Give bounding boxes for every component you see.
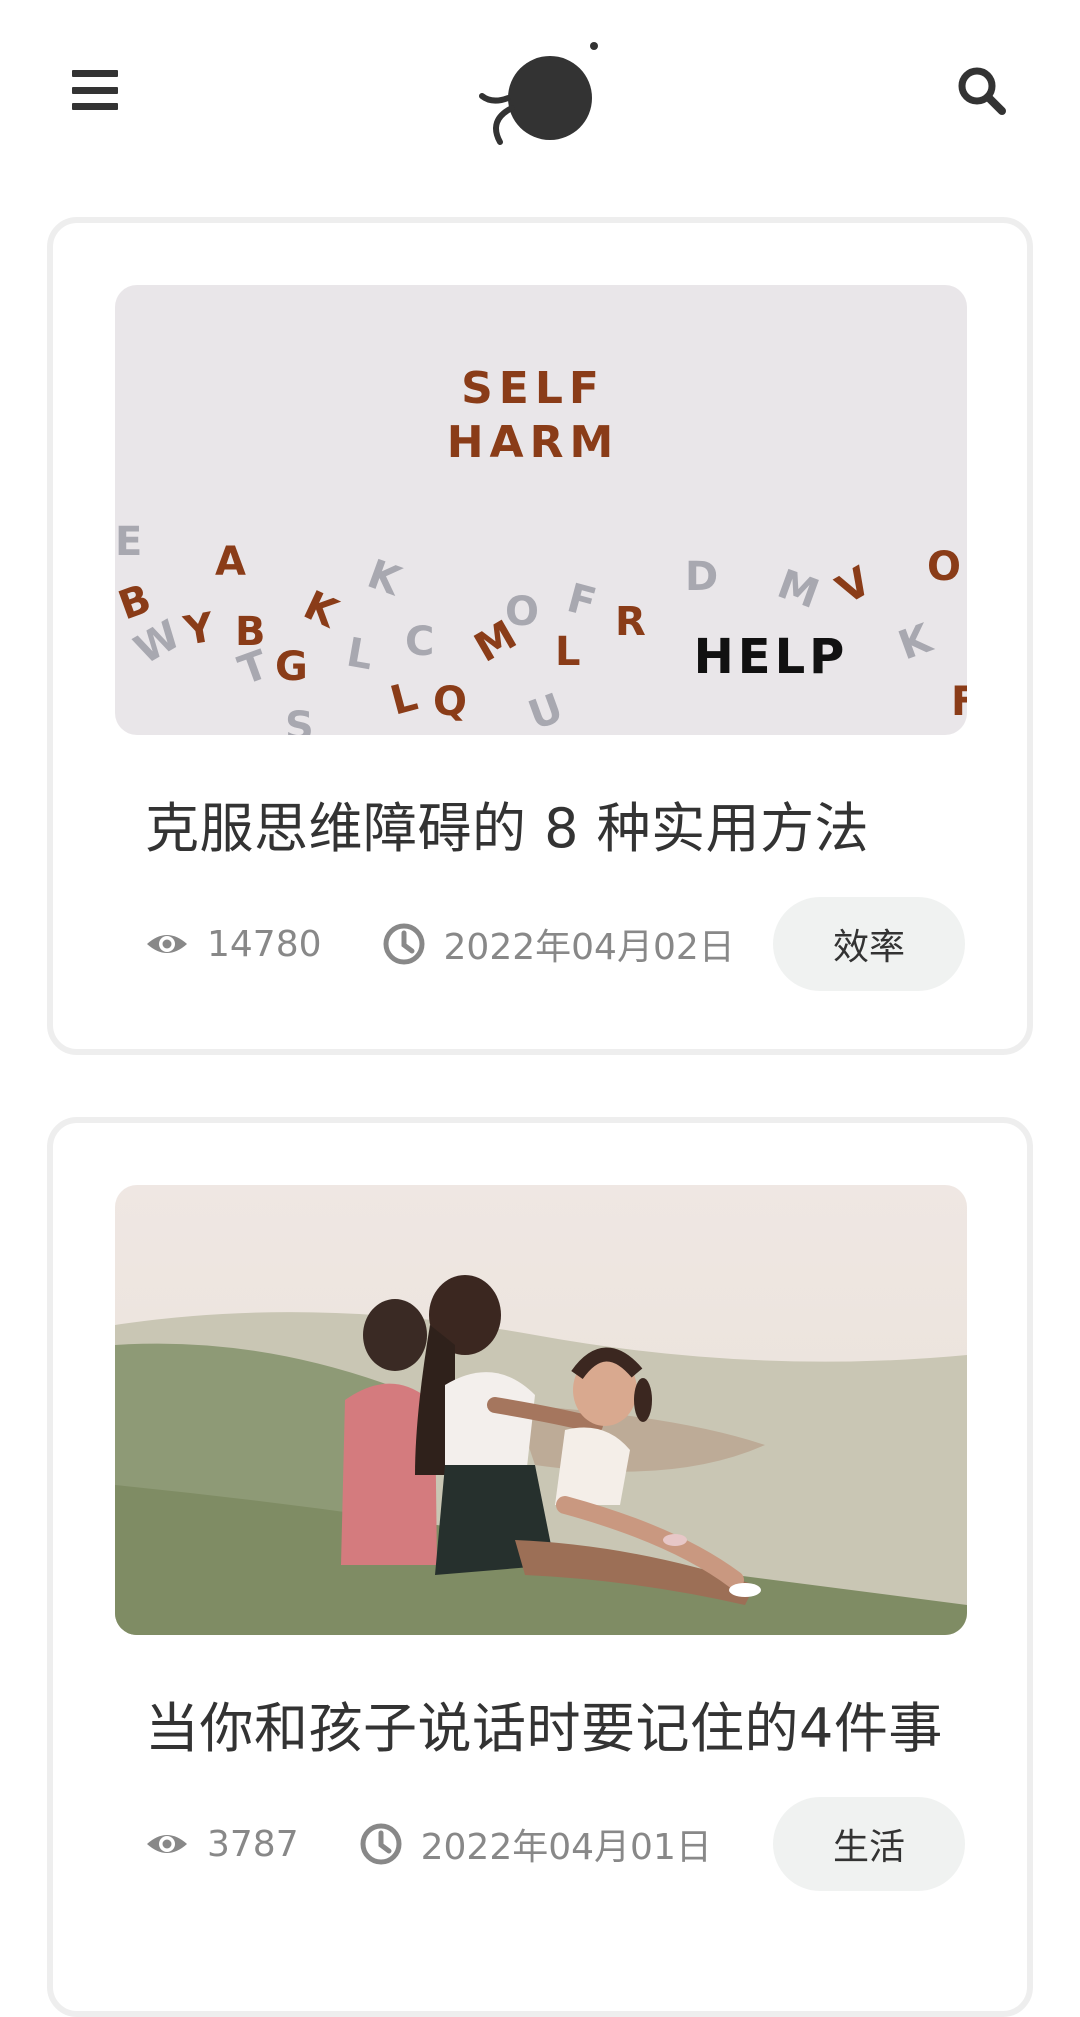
post-thumbnail[interactable]: SELF HARM HELP A B W Y B K K T G L C L Q… [115,285,967,735]
bird-logo-icon[interactable] [478,38,604,146]
category-tag[interactable]: 效率 [773,897,965,991]
post-card[interactable]: SELF HARM HELP A B W Y B K K T G L C L Q… [47,217,1033,1055]
svg-text:SELF: SELF [461,363,605,414]
eye-icon [147,1835,187,1853]
view-count: 14780 [145,922,322,966]
clock-icon [360,1823,402,1865]
post-date-value: 2022年04月01日 [420,1827,712,1868]
category-tag[interactable]: 生活 [773,1797,965,1891]
hamburger-menu-icon[interactable] [72,70,118,110]
svg-text:HARM: HARM [447,417,620,468]
post-date: 2022年04月01日 [359,1818,712,1870]
svg-text:D: D [685,554,718,600]
svg-text:E: E [115,519,142,565]
post-date-value: 2022年04月02日 [443,927,735,968]
post-meta: 14780 2022年04月02日 效率 [145,897,965,991]
svg-text:S: S [285,704,314,735]
svg-text:O: O [927,544,961,590]
eye-icon [147,935,187,953]
post-title[interactable]: 当你和孩子说话时要记住的4件事 [145,1691,943,1767]
search-icon[interactable] [956,65,1008,117]
svg-text:A: A [215,539,246,585]
post-date: 2022年04月02日 [382,918,735,970]
post-card[interactable]: 当你和孩子说话时要记住的4件事 3787 2022年04月01日 生活 [47,1117,1033,2017]
svg-text:F: F [951,679,967,725]
post-thumbnail[interactable] [115,1185,967,1635]
post-title[interactable]: 克服思维障碍的 8 种实用方法 [145,791,869,867]
svg-text:Q: Q [433,679,467,725]
post-meta: 3787 2022年04月01日 生活 [145,1797,965,1891]
view-count-value: 14780 [207,923,322,965]
svg-text:G: G [275,644,308,690]
svg-text:R: R [615,599,646,645]
svg-text:C: C [405,619,434,665]
svg-text:O: O [505,589,539,635]
svg-text:L: L [555,629,581,675]
svg-text:HELP: HELP [694,629,849,685]
clock-icon [383,923,425,965]
top-header [0,0,1080,190]
view-count-value: 3787 [207,1823,299,1865]
view-count: 3787 [145,1822,299,1866]
